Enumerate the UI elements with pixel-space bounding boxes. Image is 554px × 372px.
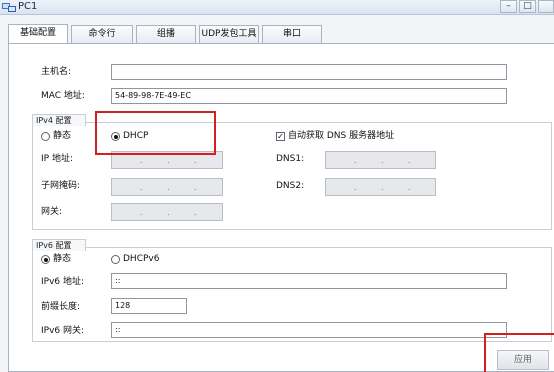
tab-command-line[interactable]: 命令行 [71,25,133,43]
minimize-button[interactable]: – [500,0,517,13]
ip-dot-2: . [167,156,170,165]
ipv6-gateway-input[interactable]: :: [111,322,507,338]
apply-highlight-box [484,333,554,372]
ipv6-address-label: IPv6 地址: [41,277,85,287]
mask-dot-3: . [194,183,197,192]
prefix-length-label: 前缀长度: [41,302,81,312]
subnet-mask-label: 子网掩码: [41,181,81,191]
ipv6-dhcpv6-label: DHCPv6 [123,254,160,264]
dns1-dot-1: . [354,156,357,165]
dns1-input[interactable]: . . . [325,151,436,169]
auto-dns-checkbox[interactable]: ✓ [276,132,285,141]
gw-dot-2: . [167,208,170,217]
dns2-dot-3: . [408,183,411,192]
tab-basic-config[interactable]: 基础配置 [8,24,68,44]
ip-dot-1: . [140,156,143,165]
auto-dns-label: 自动获取 DNS 服务器地址 [288,131,395,141]
dns1-dot-3: . [408,156,411,165]
ip-dot-3: . [194,156,197,165]
dns1-dot-2: . [381,156,384,165]
dns2-dot-1: . [354,183,357,192]
ipv6-gateway-label: IPv6 网关: [41,326,85,336]
ipv6-group-title: IPv6 配置 [32,239,86,251]
tab-multicast[interactable]: 组播 [136,25,196,43]
hostname-label: 主机名: [41,67,72,77]
mask-dot-1: . [140,183,143,192]
prefix-length-input[interactable]: 128 [111,298,187,314]
maximize-button[interactable]: □ [519,0,536,13]
title-bar: PC1 – □ [0,0,554,15]
ipv6-address-input[interactable]: :: [111,273,507,289]
gateway-label: 网关: [41,207,63,217]
ipv6-static-label: 静态 [53,254,72,264]
mac-label: MAC 地址: [41,91,85,101]
ipv4-static-label: 静态 [53,131,72,141]
ipv6-static-radio[interactable] [41,255,50,264]
close-button[interactable] [538,0,554,13]
subnet-mask-input[interactable]: . . . [111,178,223,196]
tab-strip: 基础配置 命令行 组播 UDP发包工具 串口 [0,15,554,45]
tab-udp-tool[interactable]: UDP发包工具 [199,25,259,43]
dns2-dot-2: . [381,183,384,192]
ipv4-group-title: IPv4 配置 [32,114,86,126]
dns2-label: DNS2: [276,181,305,191]
mask-dot-2: . [167,183,170,192]
window-title: PC1 [18,1,38,12]
dns2-input[interactable]: . . . [325,178,436,196]
dns1-label: DNS1: [276,154,305,164]
app-icon [2,3,16,12]
gateway-input[interactable]: . . . [111,203,223,221]
dhcp-highlight-box [95,111,216,155]
ipv4-static-radio[interactable] [41,132,50,141]
mac-input[interactable]: 54-89-98-7E-49-EC [111,88,507,104]
hostname-input[interactable] [111,64,507,80]
ip-address-label: IP 地址: [41,154,73,164]
ipv6-dhcpv6-radio[interactable] [111,255,120,264]
gw-dot-1: . [140,208,143,217]
tab-serial[interactable]: 串口 [262,25,322,43]
gw-dot-3: . [194,208,197,217]
